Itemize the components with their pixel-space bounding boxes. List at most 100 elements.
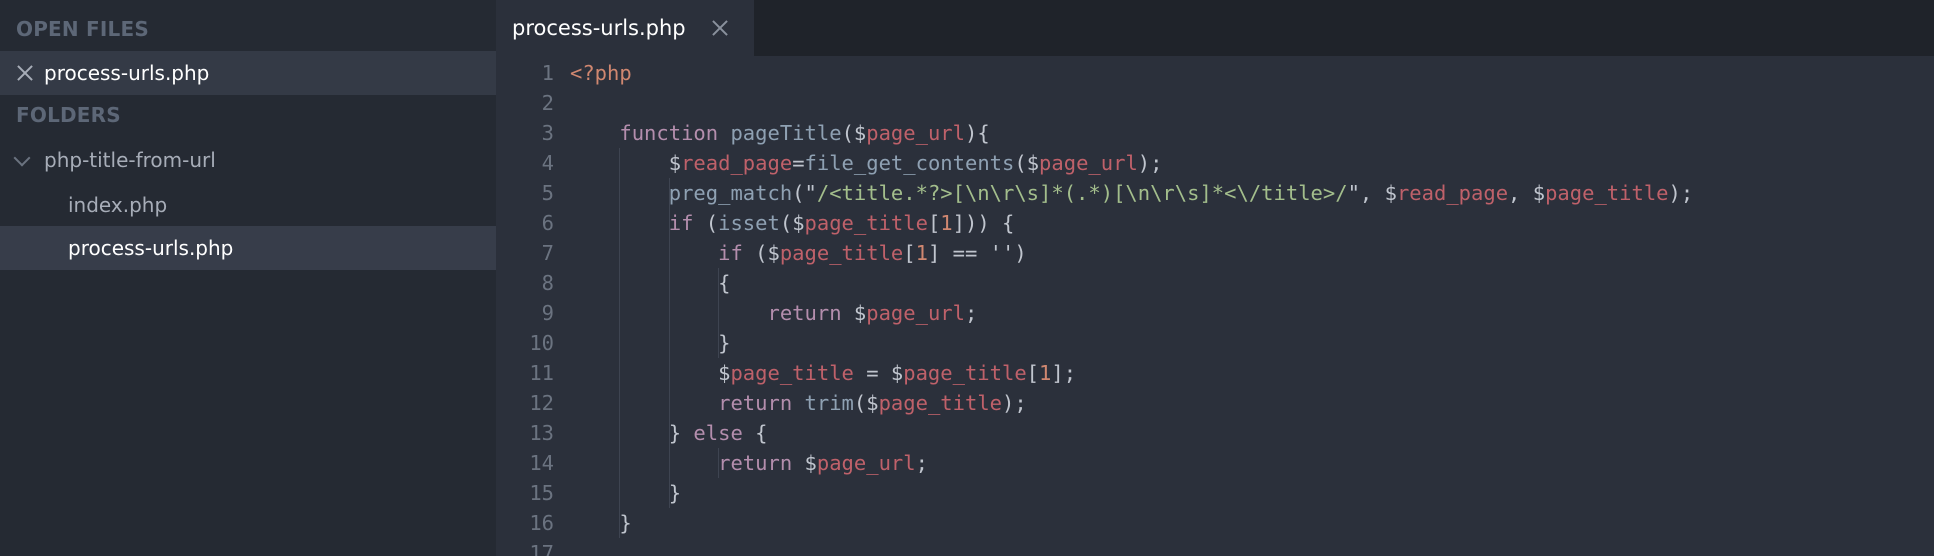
code-token: $ [792,211,805,235]
line-number: 14 [529,451,554,475]
code-line[interactable]: return $page_url; [570,298,977,328]
code-token: ){ [965,121,990,145]
line-number: 16 [529,511,554,535]
code-token: ( [779,211,793,235]
sidebar-file-index[interactable]: index.php [0,183,496,227]
code-line[interactable]: return $page_url; [570,448,928,478]
code-token: ; [964,301,978,325]
open-file-item[interactable]: process-urls.php [0,51,496,95]
code-token: ( [1014,151,1027,175]
code-token: $ [767,241,780,265]
close-icon[interactable] [16,64,34,82]
line-number: 9 [541,301,554,325]
line-number: 11 [529,361,554,385]
code-token: } [570,421,694,445]
code-token: $ [853,121,867,145]
code-token: preg_match [668,181,793,205]
code-token: return [718,451,793,475]
code-token: [ [1026,361,1040,385]
code-token: page_title [878,391,1002,415]
code-token: /<title.*?>[\n\r\s]*(.*)[\n\r\s]*<\/titl… [816,181,1348,205]
code-token: $ [866,391,879,415]
chevron-down-icon[interactable] [13,149,31,167]
line-number: 10 [529,331,554,355]
code-token: page_title [903,361,1027,385]
line-number: 5 [541,181,554,205]
code-token: $ [668,151,682,175]
code-line[interactable]: $read_page=file_get_contents($page_url); [570,148,1163,178]
code-line[interactable]: <?php [570,58,632,88]
code-line[interactable]: return trim($page_title); [570,388,1027,418]
code-token: ]; [1051,361,1077,385]
line-number: 12 [529,391,554,415]
code-token: $ [1026,151,1040,175]
code-token: ); [1002,391,1027,415]
code-token: [ [903,241,916,265]
tab-bar: process-urls.php [496,0,1934,56]
code-line[interactable]: } [570,478,681,508]
code-line[interactable]: } [570,328,730,358]
line-number: 15 [529,481,554,505]
code-token: ); [1668,181,1694,205]
code-line[interactable]: preg_match("/<title.*?>[\n\r\s]*(.*)[\n\… [570,178,1693,208]
line-number: 7 [541,241,554,265]
code-line[interactable]: { [570,268,730,298]
code-token: else [693,421,743,445]
line-number: 4 [541,151,554,175]
file-label: process-urls.php [68,236,234,260]
code-token: ", [1347,181,1385,205]
code-line[interactable]: $page_title = $page_title[1]; [570,358,1076,388]
code-token: $ [853,301,867,325]
code-token: function [619,121,719,145]
code-token: page_url [1039,151,1138,175]
code-line[interactable]: if ($page_title[1] == '') [570,238,1027,268]
code-token: if [718,241,743,265]
line-number: 1 [541,61,554,85]
code-token: 1 [940,211,953,235]
code-token: page_url [866,121,965,145]
code-token: , [1508,181,1533,205]
code-token: } [570,331,731,355]
code-line[interactable]: } else { [570,418,768,448]
folder-item[interactable]: php-title-from-url [0,138,496,182]
code-token: page_title [779,241,904,265]
code-token: if [668,211,694,235]
code-token: } [570,481,682,505]
tab-process-urls[interactable]: process-urls.php [496,0,754,56]
code-token: page_title [1545,181,1669,205]
code-token: ] == '') [927,241,1027,265]
open-files-header: OPEN FILES [16,17,149,41]
code-token: 1 [1039,361,1052,385]
line-number: 2 [541,91,554,115]
code-token: } [570,511,632,535]
code-token: $ [804,451,817,475]
code-token: ( [693,211,719,235]
file-label: index.php [68,193,168,217]
code-token: = [853,361,891,385]
line-number: 8 [541,271,554,295]
code-token: { [570,271,731,295]
tab-label: process-urls.php [512,16,686,40]
code-line[interactable]: if (isset($page_title[1])) { [570,208,1015,238]
line-number: 3 [541,121,554,145]
code-token: [ [927,211,941,235]
code-token: isset [718,211,780,235]
code-token: file_get_contents [804,151,1015,175]
code-editor[interactable]: 1 2 3 4 5 6 7 8 9 10 11 12 13 14 15 16 17 <?php function… [496,56,1934,556]
code-token: read_page [1396,181,1509,205]
code-token: (" [792,181,817,205]
sidebar-file-process-urls[interactable]: process-urls.php [0,226,496,270]
code-token: ( [742,241,768,265]
close-icon[interactable] [712,20,728,36]
code-line[interactable]: function pageTitle($page_url){ [570,118,990,148]
line-number: 17 [529,541,554,556]
code-line[interactable]: } [570,508,632,538]
